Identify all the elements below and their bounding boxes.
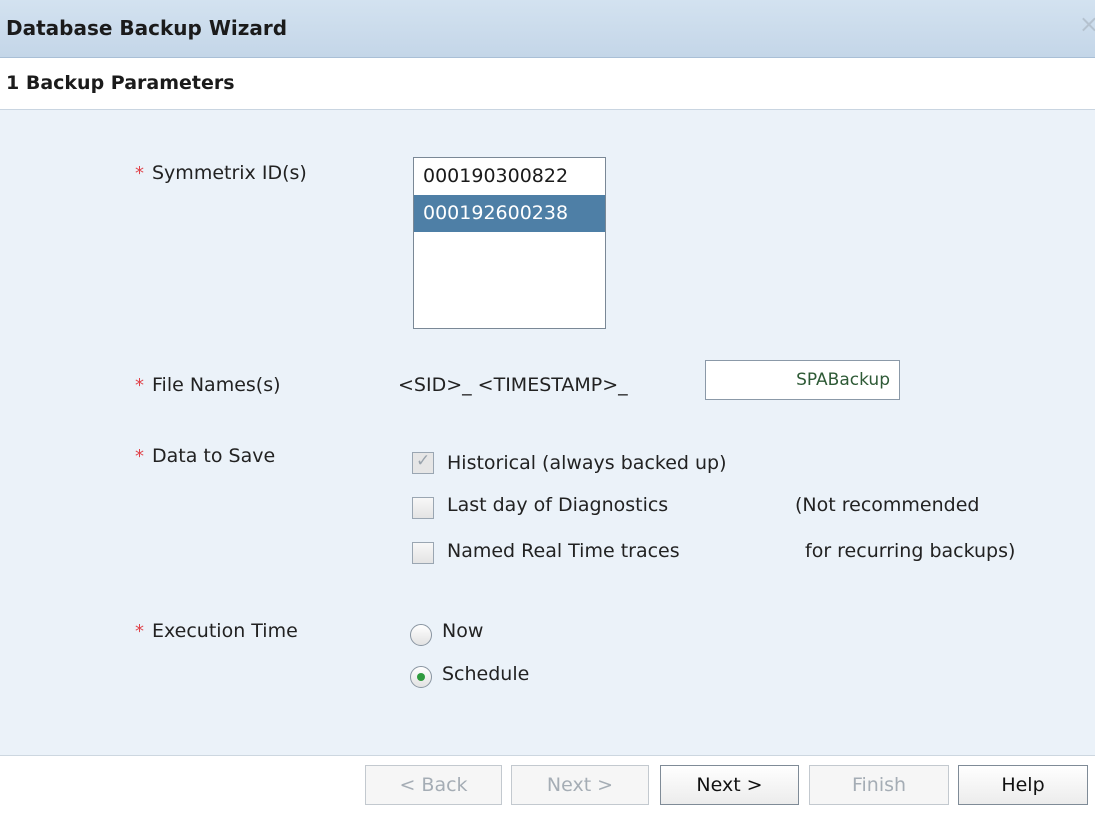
recommendation-note-line1: (Not recommended (795, 494, 980, 516)
required-marker: * (135, 163, 144, 184)
radio-now[interactable] (410, 624, 432, 646)
historical-label: Historical (always backed up) (447, 452, 727, 474)
realtime-traces-label: Named Real Time traces (447, 540, 680, 562)
radio-schedule[interactable] (410, 666, 432, 688)
execution-time-label: * Execution Time (135, 620, 298, 642)
finish-button[interactable]: Finish (809, 765, 949, 805)
historical-checkbox[interactable]: ✓ (412, 451, 434, 474)
listbox-item[interactable]: 000190300822 (414, 158, 605, 195)
close-icon[interactable]: × (1079, 12, 1095, 36)
recommendation-note-line2: for recurring backups) (805, 540, 1016, 562)
window-title: Database Backup Wizard (6, 16, 288, 40)
required-marker: * (135, 621, 144, 642)
data-to-save-label: * Data to Save (135, 445, 276, 467)
title-bar: Database Backup Wizard × (0, 0, 1095, 58)
listbox-item-selected[interactable]: 000192600238 (414, 195, 605, 232)
file-names-label: * File Names(s) (135, 374, 281, 396)
realtime-traces-checkbox[interactable] (412, 542, 434, 564)
check-icon: ✓ (416, 451, 431, 471)
diagnostics-label: Last day of Diagnostics (447, 494, 669, 516)
step-title: 1 Backup Parameters (6, 72, 235, 94)
button-bar: < Back Next > Next > Finish Help (0, 755, 1095, 818)
radio-selected-dot (417, 673, 425, 681)
step-header: 1 Backup Parameters (0, 58, 1095, 110)
symmetrix-id-listbox[interactable]: 000190300822 000192600238 (413, 157, 606, 329)
wizard-content: * Symmetrix ID(s) 000190300822 0001926002… (0, 110, 1095, 755)
file-name-prefix: <SID>_ <TIMESTAMP>_ (398, 374, 628, 396)
symmetrix-label: * Symmetrix ID(s) (135, 162, 307, 184)
radio-now-label: Now (442, 620, 484, 642)
required-marker: * (135, 375, 144, 396)
radio-schedule-label: Schedule (442, 663, 530, 685)
help-button[interactable]: Help (958, 765, 1088, 805)
file-name-input[interactable] (705, 360, 900, 400)
back-button[interactable]: < Back (365, 765, 502, 805)
next-button-disabled[interactable]: Next > (511, 765, 649, 805)
required-marker: * (135, 446, 144, 467)
diagnostics-checkbox[interactable] (412, 497, 434, 519)
next-button[interactable]: Next > (660, 765, 799, 805)
